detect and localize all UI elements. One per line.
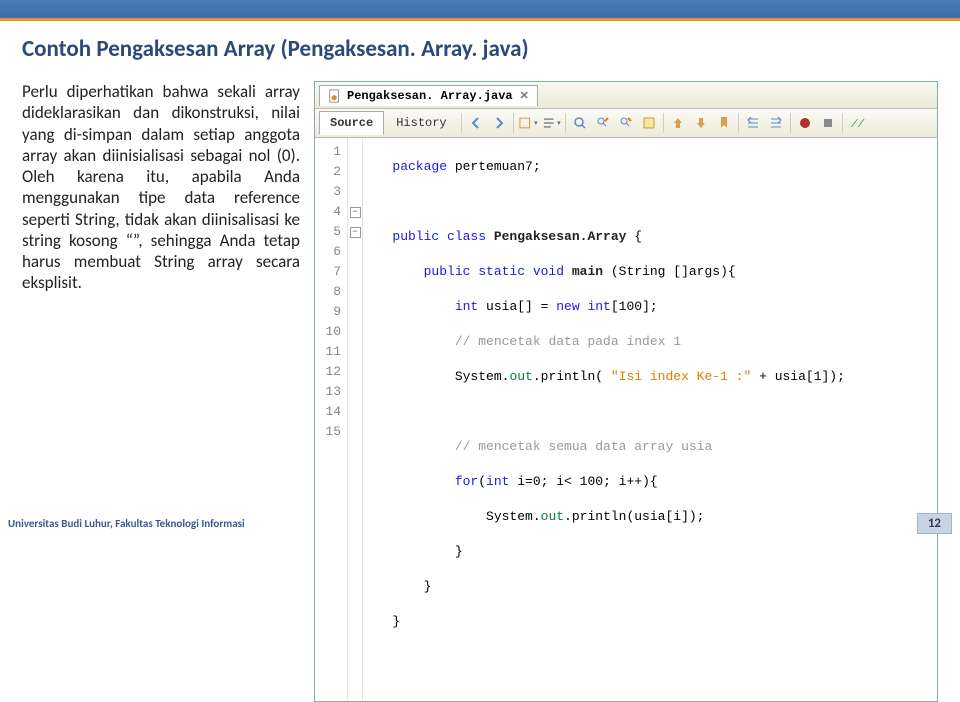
file-tab-label: Pengaksesan. Array.java [347, 89, 513, 103]
file-tab-bar: Pengaksesan. Array.java ✕ [315, 82, 937, 109]
find-next-icon[interactable] [615, 112, 637, 134]
macro-record-icon[interactable] [794, 112, 816, 134]
bookmark-toggle-icon[interactable] [713, 112, 735, 134]
fold-gutter: − − [348, 138, 363, 701]
nav-forward-icon[interactable] [488, 112, 510, 134]
bookmark-next-icon[interactable] [690, 112, 712, 134]
close-icon[interactable]: ✕ [520, 89, 529, 103]
java-file-icon [328, 89, 342, 103]
shift-right-icon[interactable] [765, 112, 787, 134]
file-tab[interactable]: Pengaksesan. Array.java ✕ [319, 85, 538, 106]
comment-icon[interactable]: // [846, 112, 868, 134]
fold-icon[interactable]: − [350, 207, 361, 218]
code-body[interactable]: package pertemuan7; public class Pengaks… [363, 138, 851, 701]
slide-top-bar [0, 0, 960, 21]
highlight-icon[interactable] [638, 112, 660, 134]
slide-footer: Universitas Budi Luhur, Fakultas Teknolo… [0, 509, 960, 540]
nav-back-icon[interactable] [465, 112, 487, 134]
line-gutter: 123 456 789 101112 131415 [315, 138, 348, 701]
editor-toolbar: Source History [315, 109, 937, 138]
code-editor: Pengaksesan. Array.java ✕ Source History [314, 81, 938, 702]
bookmark-prev-icon[interactable] [667, 112, 689, 134]
slide-title: Contoh Pengaksesan Array (Pengaksesan. A… [22, 35, 938, 63]
tab-history[interactable]: History [385, 111, 457, 135]
footer-text: Universitas Budi Luhur, Fakultas Teknolo… [8, 517, 245, 530]
macro-stop-icon[interactable] [817, 112, 839, 134]
page-number: 12 [917, 513, 952, 534]
format-icon[interactable] [540, 112, 562, 134]
shift-left-icon[interactable] [742, 112, 764, 134]
refactor-icon[interactable] [517, 112, 539, 134]
description-text: Perlu diperhatikan bahwa sekali array di… [22, 81, 300, 702]
fold-icon[interactable]: − [350, 227, 361, 238]
find-prev-icon[interactable] [592, 112, 614, 134]
find-selection-icon[interactable] [569, 112, 591, 134]
tab-source[interactable]: Source [319, 111, 384, 135]
svg-text://: // [851, 119, 865, 131]
